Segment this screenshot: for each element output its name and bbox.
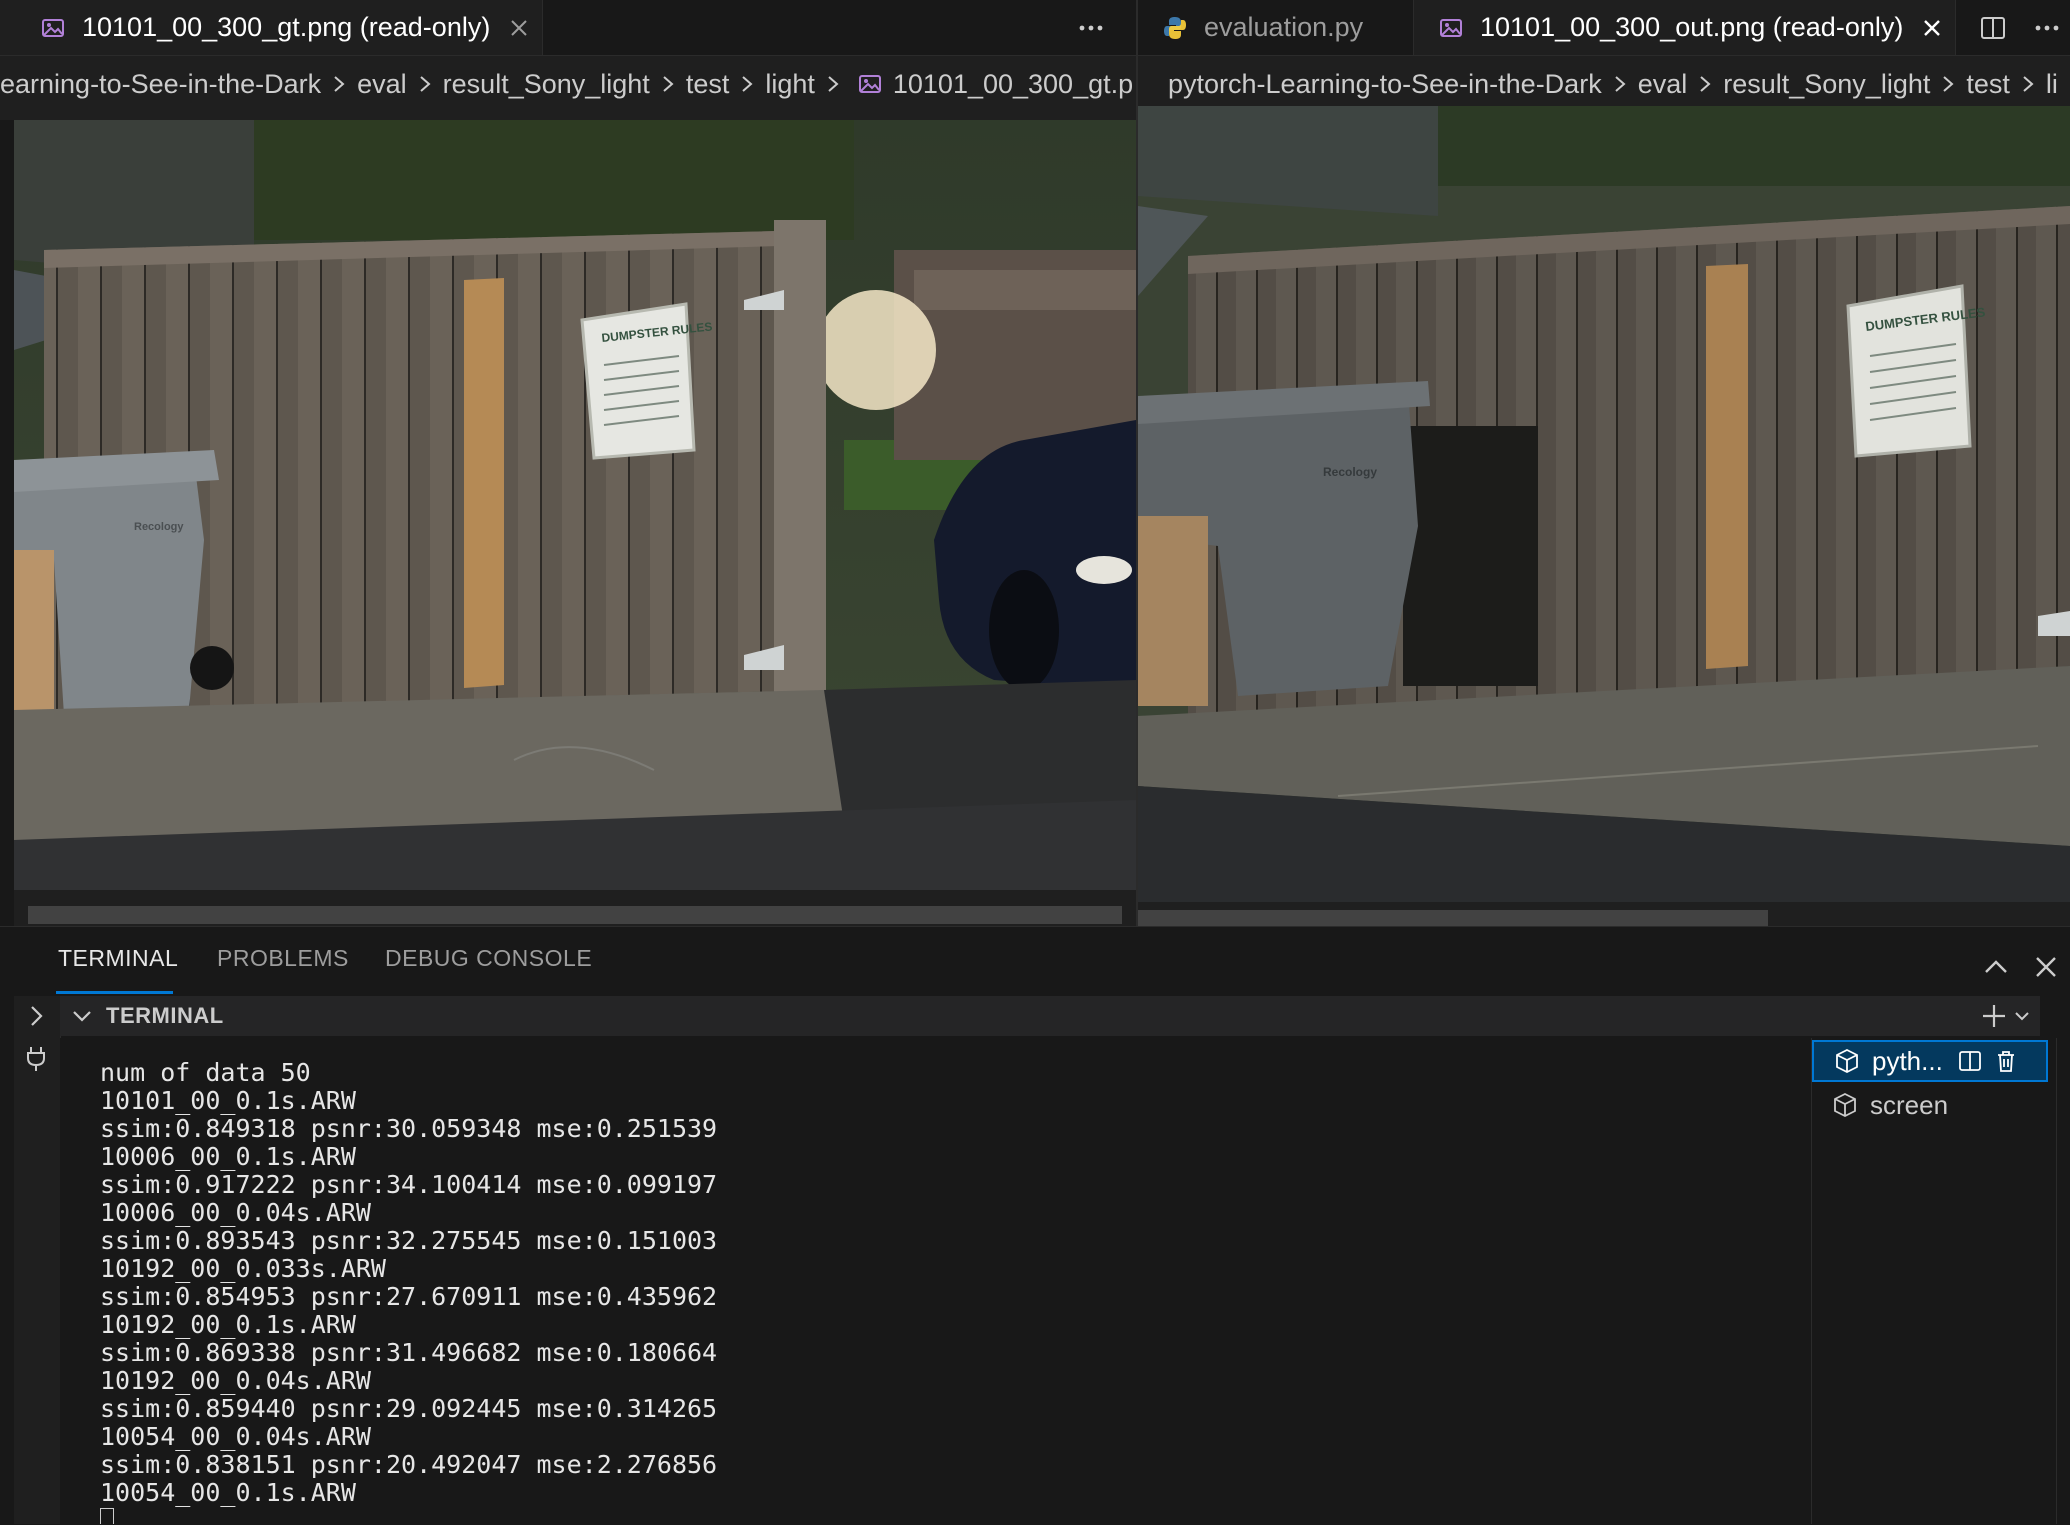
chevron-right-icon [334,76,345,92]
terminal-line: 10192_00_0.1s.ARW [100,1310,356,1339]
breadcrumb-item[interactable]: eval [1638,69,1688,100]
chevron-right-icon [828,76,839,92]
close-icon[interactable] [508,17,530,39]
breadcrumb-item[interactable]: result_Sony_light [443,69,650,100]
chevron-right-icon [742,76,753,92]
terminal-line: ssim:0.869338 psnr:31.496682 mse:0.18066… [100,1338,718,1367]
terminal-line: ssim:0.849318 psnr:30.059348 mse:0.25153… [100,1114,718,1143]
tab-actions-right [1978,0,2062,55]
chevron-right-icon [1943,76,1954,92]
terminal-line: 10054_00_0.04s.ARW [100,1422,371,1451]
terminal-section-title: TERMINAL [106,1003,224,1028]
breadcrumb-item[interactable]: eval [357,69,407,100]
terminal-line: ssim:0.838151 psnr:20.492047 mse:2.27685… [100,1450,718,1479]
trash-icon[interactable] [1993,1048,2019,1074]
terminal-line: 10101_00_0.1s.ARW [100,1086,356,1115]
chevron-down-icon[interactable] [2012,1006,2032,1026]
tab-out-image[interactable]: 10101_00_300_out.png (read-only) [1414,0,1956,55]
python-file-icon [1164,16,1186,39]
terminal-line: ssim:0.893543 psnr:32.275545 mse:0.15100… [100,1226,718,1255]
breadcrumb-left: earning-to-See-in-the-Dark eval result_S… [0,56,1136,112]
tab-label: 10101_00_300_out.png (read-only) [1480,12,1904,42]
terminal-line: 10006_00_0.04s.ARW [100,1198,371,1227]
tab-label: evaluation.py [1204,12,1364,42]
terminal-line: 10054_00_0.1s.ARW [100,1478,356,1507]
tab-actions-left [1076,0,1106,55]
bin-label: Recology [1323,465,1377,479]
terminal-cursor [100,1508,114,1524]
tab-label: 10101_00_300_gt.png (read-only) [82,12,491,42]
chevron-right-icon [1615,76,1626,92]
photo-fence-bright: DUMPSTER RULES Recology [14,120,1136,890]
terminal-output[interactable]: num of data 50 10101_00_0.1s.ARW ssim:0.… [60,1038,1810,1524]
panel-tab-terminal[interactable]: TERMINAL [58,945,178,972]
terminal-cube-icon [1836,1048,1858,1074]
close-panel-icon[interactable] [2030,951,2062,983]
more-actions-icon[interactable] [1076,13,1106,43]
terminal-line: 10006_00_0.1s.ARW [100,1142,356,1171]
chevron-right-icon [663,76,674,92]
terminal-line: num of data 50 [100,1058,311,1087]
panel-tab-problems[interactable]: PROBLEMS [217,945,349,972]
editor-group-left: 10101_00_300_gt.png (read-only) earning-… [0,0,1136,926]
panel-tab-debug-console[interactable]: DEBUG CONSOLE [385,945,592,972]
breadcrumb-item[interactable]: result_Sony_light [1723,69,1930,100]
split-terminal-icon[interactable] [1957,1048,1983,1074]
terminal-section-header[interactable]: TERMINAL [60,996,2040,1036]
chevron-right-icon [2023,76,2034,92]
active-tab-indicator [56,991,173,994]
image-preview-out[interactable]: DUMPSTER RULES Recology [1138,106,2070,902]
terminal-side-strip [14,996,61,1524]
horizontal-scrollbar-right[interactable] [1138,910,1768,926]
tab-bar-right: evaluation.py 10101_00_300_out.png (read… [1138,0,2070,56]
close-icon[interactable] [1921,17,1943,39]
breadcrumb-right: pytorch-Learning-to-See-in-the-Dark eval… [1138,56,2070,112]
photo-fence-output: DUMPSTER RULES Recology [1138,106,2070,902]
image-preview-gt[interactable]: DUMPSTER RULES Recology [14,120,1136,890]
breadcrumb-item[interactable]: test [686,69,730,100]
terminal-line: ssim:0.859440 psnr:29.092445 mse:0.31426… [100,1394,718,1423]
bin-label: Recology [134,521,184,533]
chevron-right-icon [420,76,431,92]
terminal-instance-list: pyth... screen [1811,1038,2070,1524]
breadcrumb-file[interactable]: 10101_00_300_gt.p [893,69,1133,100]
horizontal-scrollbar-left[interactable] [28,906,1122,924]
terminal-line: ssim:0.854953 psnr:27.670911 mse:0.43596… [100,1282,718,1311]
tab-evaluation-py[interactable]: evaluation.py [1138,0,1414,55]
image-file-icon [1440,18,1462,37]
tab-bar-left: 10101_00_300_gt.png (read-only) [0,0,1136,56]
terminal-line: 10192_00_0.04s.ARW [100,1366,371,1395]
split-editor-icon[interactable] [1978,13,2008,43]
chevron-down-icon[interactable] [70,1004,94,1028]
chevron-right-icon[interactable] [22,1002,50,1030]
terminal-instance-label: pyth... [1872,1045,1943,1076]
breadcrumb-item[interactable]: test [1966,69,2010,100]
terminal-list-edge [2056,1038,2070,1524]
more-actions-icon[interactable] [2032,13,2062,43]
breadcrumb-item[interactable]: earning-to-See-in-the-Dark [0,69,321,100]
terminal-line: 10192_00_0.033s.ARW [100,1254,386,1283]
terminal-instance-label: screen [1870,1089,1949,1120]
chevron-right-icon [1700,76,1711,92]
image-file-icon [858,75,881,93]
terminal-instance-screen[interactable]: screen [1812,1084,2048,1126]
plug-icon[interactable] [22,1044,50,1074]
maximize-panel-icon[interactable] [1980,951,2012,983]
breadcrumb-item[interactable]: light [765,69,815,100]
tab-gt-image[interactable]: 10101_00_300_gt.png (read-only) [0,0,543,55]
editor-group-right: evaluation.py 10101_00_300_out.png (read… [1138,0,2070,926]
breadcrumb-item[interactable]: pytorch-Learning-to-See-in-the-Dark [1168,69,1602,100]
terminal-line: ssim:0.917222 psnr:34.100414 mse:0.09919… [100,1170,718,1199]
terminal-instance-python[interactable]: pyth... [1812,1040,2048,1082]
new-terminal-icon[interactable] [1980,1002,2008,1030]
terminal-cube-icon [1834,1092,1856,1118]
breadcrumb-item[interactable]: li [2046,69,2058,100]
image-file-icon [42,18,64,37]
